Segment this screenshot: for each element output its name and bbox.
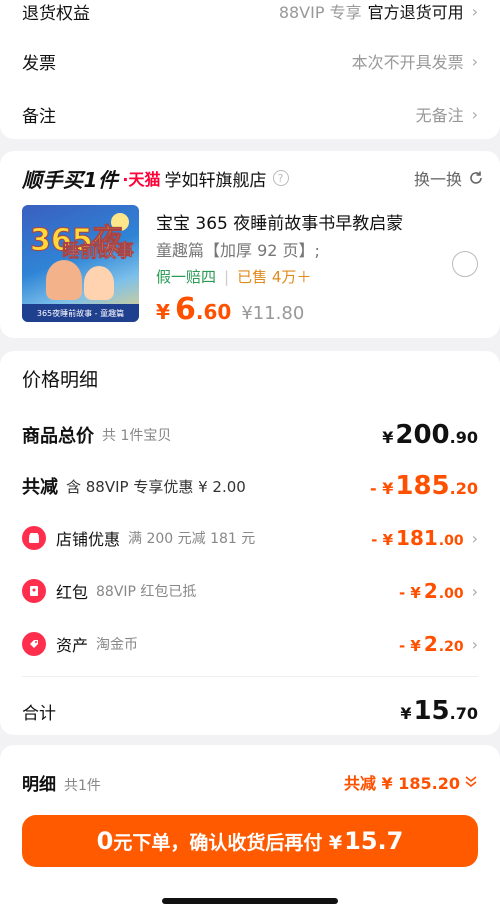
total-reduction-amount: - ¥ 185 .20 — [370, 471, 478, 501]
chevron-right-icon: › — [471, 634, 478, 654]
goods-total-label: 商品总价 — [22, 426, 94, 447]
swap-button[interactable]: 换一换 — [414, 166, 484, 190]
currency: - ¥ — [370, 479, 394, 498]
invoice-value: 本次不开具发票 — [351, 53, 464, 72]
red-packet-amount: - ¥ 2 .00 — [399, 579, 464, 603]
cover-figure — [84, 266, 114, 300]
note-label: 备注 — [22, 106, 56, 127]
sold-count-tag: 已售 4万＋ — [237, 268, 312, 286]
product-tags: 假一赔四 | 已售 4万＋ — [156, 266, 311, 287]
assets-amount: - ¥ 2 .20 — [399, 632, 464, 656]
cover-subtitle: 睡前故事 — [62, 241, 135, 263]
summary-reduction[interactable]: 共减 ¥ 185.20 — [344, 770, 478, 794]
price-currency: ¥ — [156, 300, 170, 324]
amount-decimal: .90 — [449, 428, 478, 447]
swap-label: 换一换 — [413, 170, 462, 189]
amount-integer: 2 — [423, 632, 438, 656]
question-icon[interactable]: ? — [272, 170, 289, 186]
amount-integer: 2 — [423, 579, 438, 603]
invoice-label: 发票 — [22, 53, 56, 74]
chevron-right-icon: › — [471, 1, 478, 21]
fake-compensation-tag: 假一赔四 — [156, 268, 217, 286]
chevron-right-icon: › — [471, 528, 478, 548]
shop-header: 顺手买1件 ·天猫 学如轩旗舰店 ? 换一换 — [22, 164, 484, 192]
home-indicator — [162, 898, 338, 904]
returns-value: 官方退货可用 — [367, 3, 464, 22]
total-amount: ¥ 15 .70 — [400, 696, 478, 726]
total-reduction-row: 共减 含 88VIP 专享优惠 ¥ 2.00 - ¥ 185 .20 — [22, 469, 478, 503]
amount-decimal: .20 — [449, 479, 478, 498]
summary-reduction-text: 共减 ¥ 185.20 — [343, 774, 460, 793]
store-icon — [22, 526, 46, 550]
divider — [22, 676, 478, 677]
note-row[interactable]: 备注 无备注 › — [22, 99, 478, 129]
store-discount-label: 店铺优惠 — [56, 530, 121, 549]
cta-text: 元下单，确认收货后再付 ¥ — [113, 831, 343, 854]
amount-decimal: .00 — [438, 533, 464, 549]
summary-row[interactable]: 明细 共1件 共减 ¥ 185.20 — [22, 766, 478, 798]
red-packet-row[interactable]: 红包 88VIP 红包已抵 - ¥ 2 .00 › — [22, 575, 478, 607]
assets-label: 资产 — [56, 636, 89, 655]
currency: - ¥ — [398, 584, 421, 602]
chevron-double-down-icon — [465, 776, 477, 788]
chevron-right-icon: › — [471, 581, 478, 601]
amount-decimal: .20 — [438, 639, 464, 655]
currency: ¥ — [382, 428, 394, 447]
red-packet-label: 红包 — [56, 583, 89, 602]
product-cover-image[interactable]: 365夜 睡前故事 365夜睡前故事 - 童趣篇 — [22, 205, 139, 322]
summary-label: 明细 — [22, 774, 56, 795]
total-row: 合计 ¥ 15 .70 — [22, 694, 478, 728]
assets-sub: 淘金币 — [96, 637, 139, 653]
note-value: 无备注 — [415, 106, 464, 125]
select-radio[interactable] — [452, 251, 478, 277]
red-packet-icon — [22, 579, 46, 603]
invoice-row[interactable]: 发票 本次不开具发票 › — [22, 46, 478, 76]
chevron-right-icon: › — [471, 104, 478, 124]
cta-amount: 15.7 — [344, 827, 404, 855]
store-discount-amount: - ¥ 181 .00 — [371, 526, 463, 550]
coupon-icon — [22, 632, 46, 656]
store-discount-sub: 满 200 元减 181 元 — [128, 531, 256, 547]
tag-divider: | — [224, 267, 230, 286]
tmall-logo: ·天猫 — [122, 170, 161, 189]
amount-integer: 181 — [396, 526, 438, 550]
currency: - ¥ — [398, 637, 421, 655]
price-decimal: .60 — [195, 300, 232, 324]
goods-total-sub: 共 1件宝贝 — [102, 428, 172, 444]
assets-row[interactable]: 资产 淘金币 - ¥ 2 .20 › — [22, 628, 478, 660]
chevron-right-icon: › — [471, 51, 478, 71]
product-sku: 童趣篇【加厚 92 页】; — [156, 241, 320, 260]
goods-total-amount: ¥ 200 .90 — [382, 420, 478, 450]
amount-integer: 200 — [395, 420, 450, 450]
amount-decimal: .70 — [449, 704, 478, 723]
original-price: ¥11.80 — [241, 303, 305, 324]
amount-integer: 15 — [413, 696, 450, 726]
shop-name[interactable]: 学如轩旗舰店 — [165, 166, 267, 191]
cover-figure — [46, 260, 82, 300]
order-options-card: 退货权益 88VIP 专享 官方退货可用 › 发票 本次不开具发票 › 备注 无… — [0, 0, 500, 139]
cover-band: 365夜睡前故事 - 童趣篇 — [22, 304, 139, 322]
red-packet-sub: 88VIP 红包已抵 — [96, 584, 197, 600]
product-title[interactable]: 宝宝 365 夜睡前故事书早教启蒙 — [156, 209, 403, 234]
returns-label: 退货权益 — [22, 3, 90, 24]
summary-count: 共1件 — [64, 777, 101, 794]
amount-decimal: .00 — [438, 586, 464, 602]
cta-lead: 0 — [96, 827, 114, 855]
price-detail-title: 价格明细 — [22, 369, 99, 391]
product-price: ¥ 6.60 ¥11.80 — [156, 292, 304, 327]
price-integer: 6 — [175, 292, 196, 327]
brand-logo: 顺手买1件 — [22, 167, 119, 192]
vip-tag: 88VIP 专享 — [278, 3, 362, 22]
returns-row[interactable]: 退货权益 88VIP 专享 官方退货可用 › — [22, 0, 478, 26]
refresh-icon — [470, 171, 482, 184]
total-label: 合计 — [22, 703, 56, 724]
currency: - ¥ — [371, 531, 394, 549]
submit-order-button[interactable]: 0 元下单，确认收货后再付 ¥ 15.7 — [22, 815, 478, 867]
goods-total-row: 商品总价 共 1件宝贝 ¥ 200 .90 — [22, 418, 478, 452]
store-discount-row[interactable]: 店铺优惠 满 200 元减 181 元 - ¥ 181 .00 › — [22, 522, 478, 554]
total-reduction-sub: 含 88VIP 专享优惠 ¥ 2.00 — [66, 477, 246, 496]
total-reduction-label: 共减 — [22, 477, 58, 498]
currency: ¥ — [400, 704, 412, 723]
amount-integer: 185 — [395, 471, 450, 501]
